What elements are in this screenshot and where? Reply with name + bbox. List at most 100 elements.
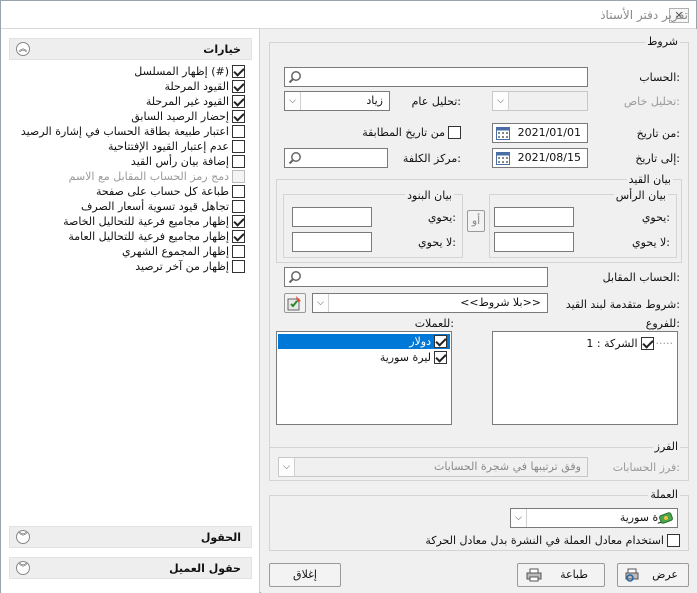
- print-button[interactable]: طباعة: [517, 563, 605, 587]
- chevron-down-icon[interactable]: ⌵: [493, 92, 509, 110]
- option-checkbox[interactable]: إظهار المجموع الشهري: [122, 244, 245, 259]
- currency-label: دولار: [409, 335, 431, 348]
- option-checkbox[interactable]: القيود غير المرحلة: [146, 94, 245, 109]
- currency-item-syp[interactable]: ليرة سورية: [278, 350, 450, 365]
- option-checkbox[interactable]: إضافة بيان رأس القيد: [131, 154, 245, 169]
- expand-down-icon[interactable]: ︾: [16, 530, 30, 544]
- option-label: اعتبار طبيعة بطاقة الحساب في إشارة الرصي…: [20, 125, 229, 138]
- expand-down-icon[interactable]: ︾: [16, 561, 30, 575]
- checkbox[interactable]: [232, 155, 245, 168]
- sorting-group: الفرز فرز الحسابات: ⌵ وفق ترتيبها في شجر…: [269, 440, 689, 481]
- checkbox[interactable]: [434, 335, 447, 348]
- checkbox[interactable]: [434, 351, 447, 364]
- chevron-down-icon[interactable]: ⌵: [313, 294, 329, 312]
- items-not-contains-label: لا يحوي:: [418, 236, 456, 249]
- head-not-contains-input[interactable]: [494, 232, 574, 252]
- show-button[interactable]: عرض: [617, 563, 689, 587]
- entry-statement-title: بيان القيد: [626, 173, 673, 186]
- counter-account-input[interactable]: [284, 267, 548, 287]
- use-bulletin-rate-label: استخدام معادل العملة في النشرة بدل معادل…: [425, 534, 664, 547]
- checkbox[interactable]: [232, 125, 245, 138]
- calendar-icon[interactable]: [496, 151, 510, 165]
- items-contains-label: يحوي:: [427, 211, 456, 224]
- checkbox[interactable]: [232, 140, 245, 153]
- from-date-label: من تاريخ:: [636, 127, 680, 140]
- checkbox[interactable]: [232, 200, 245, 213]
- cost-center-input[interactable]: [284, 148, 388, 168]
- items-statement-group: بيان البنود يحوي: لا يحوي:: [283, 189, 463, 258]
- counter-account-label: الحساب المقابل:: [602, 271, 680, 284]
- checkbox[interactable]: [232, 185, 245, 198]
- option-checkbox: دمج رمز الحساب المقابل مع الاسم: [69, 169, 245, 184]
- option-checkbox[interactable]: عدم إعتبار القيود الإفتتاحية: [108, 139, 245, 154]
- special-analysis-select[interactable]: ⌵: [492, 91, 588, 111]
- head-not-contains-label: لا يحوي:: [632, 236, 670, 249]
- search-icon[interactable]: [288, 70, 302, 84]
- currency-item-dollar[interactable]: دولار: [278, 334, 450, 349]
- checkbox[interactable]: [232, 215, 245, 228]
- advanced-conditions-select[interactable]: ⌵ <<بلا شروط>>: [312, 293, 548, 313]
- option-checkbox[interactable]: إظهار مجاميع فرعية للتحاليل العامة: [68, 229, 245, 244]
- option-checkbox[interactable]: إظهار مجاميع فرعية للتحاليل الخاصة: [63, 214, 245, 229]
- from-date-input[interactable]: 2021/01/01: [492, 123, 588, 143]
- checkbox[interactable]: [667, 534, 680, 547]
- head-contains-input[interactable]: [494, 207, 574, 227]
- branch-item[interactable]: ····· 1 : الشركة: [586, 336, 673, 351]
- customer-fields-section-header[interactable]: ︾ حقول العميل: [9, 557, 252, 579]
- to-date-label: إلى تاريخ:: [635, 152, 680, 165]
- or-button[interactable]: أو: [467, 210, 485, 232]
- options-section-header[interactable]: ︽ خيارات: [9, 38, 252, 60]
- general-analysis-select[interactable]: ⌵ زياد: [284, 91, 390, 111]
- advanced-conditions-label: شروط متقدمة لبند القيد:: [565, 298, 680, 311]
- checkbox[interactable]: [232, 245, 245, 258]
- search-icon[interactable]: [288, 270, 302, 284]
- chevron-down-icon[interactable]: ⌵: [511, 509, 527, 527]
- to-date-input[interactable]: 2021/08/15: [492, 148, 588, 168]
- search-icon[interactable]: [288, 151, 302, 165]
- option-label: إضافة بيان رأس القيد: [130, 155, 229, 168]
- chevron-down-icon[interactable]: ⌵: [279, 458, 295, 476]
- fields-header-label: الحقول: [200, 531, 241, 544]
- option-label: إظهار المسلسل (#): [134, 65, 229, 78]
- items-contains-input[interactable]: [292, 207, 372, 227]
- edit-conditions-icon: [287, 296, 301, 311]
- checkbox[interactable]: [448, 126, 461, 139]
- option-checkbox[interactable]: إظهار من آخر ترصيد: [135, 259, 245, 274]
- accounts-sort-select[interactable]: ⌵ وفق ترتيبها في شجرة الحسابات: [278, 457, 588, 477]
- edit-conditions-button[interactable]: [284, 293, 306, 313]
- general-analysis-label: تحليل عام:: [411, 95, 461, 108]
- printer-icon: [526, 568, 542, 582]
- option-label: إظهار من آخر ترصيد: [135, 260, 229, 273]
- option-checkbox[interactable]: تجاهل قيود تسوية أسعار الصرف: [81, 199, 245, 214]
- option-checkbox[interactable]: طباعة كل حساب على صفحة: [96, 184, 245, 199]
- collapse-up-icon[interactable]: ︽: [16, 42, 30, 56]
- calendar-icon[interactable]: [496, 126, 510, 140]
- from-match-date-checkbox[interactable]: من تاريخ المطابقة: [362, 125, 461, 140]
- option-checkbox[interactable]: القيود المرحلة: [164, 79, 245, 94]
- checkbox[interactable]: [232, 260, 245, 273]
- accounts-sort-value: وفق ترتيبها في شجرة الحسابات: [433, 460, 581, 473]
- items-not-contains-input[interactable]: [292, 232, 372, 252]
- from-date-value: 2021/01/01: [517, 126, 581, 139]
- currency-select[interactable]: ⌵ ليرة سورية: [510, 508, 678, 528]
- chevron-down-icon[interactable]: ⌵: [285, 92, 301, 110]
- option-checkbox[interactable]: إظهار المسلسل (#): [134, 64, 245, 79]
- option-label: القيود غير المرحلة: [145, 95, 229, 108]
- checkbox[interactable]: [640, 337, 654, 350]
- account-input[interactable]: [284, 67, 588, 87]
- currencies-list[interactable]: دولار ليرة سورية: [276, 331, 452, 425]
- cost-center-label: مركز الكلفة:: [402, 152, 461, 165]
- fields-section-header[interactable]: ︾ الحقول: [9, 526, 252, 548]
- checkbox[interactable]: [232, 95, 245, 108]
- checkbox[interactable]: [232, 80, 245, 93]
- account-label: الحساب:: [639, 71, 680, 84]
- checkbox[interactable]: [232, 110, 245, 123]
- close-button[interactable]: إغلاق: [269, 563, 341, 587]
- use-bulletin-rate-checkbox[interactable]: استخدام معادل العملة في النشرة بدل معادل…: [425, 533, 680, 548]
- option-checkbox[interactable]: إحضار الرصيد السابق: [131, 109, 245, 124]
- checkbox[interactable]: [232, 65, 245, 78]
- branches-list[interactable]: ····· 1 : الشركة: [492, 331, 678, 425]
- checkbox[interactable]: [232, 230, 245, 243]
- option-checkbox[interactable]: اعتبار طبيعة بطاقة الحساب في إشارة الرصي…: [21, 124, 245, 139]
- money-icon: [659, 512, 673, 524]
